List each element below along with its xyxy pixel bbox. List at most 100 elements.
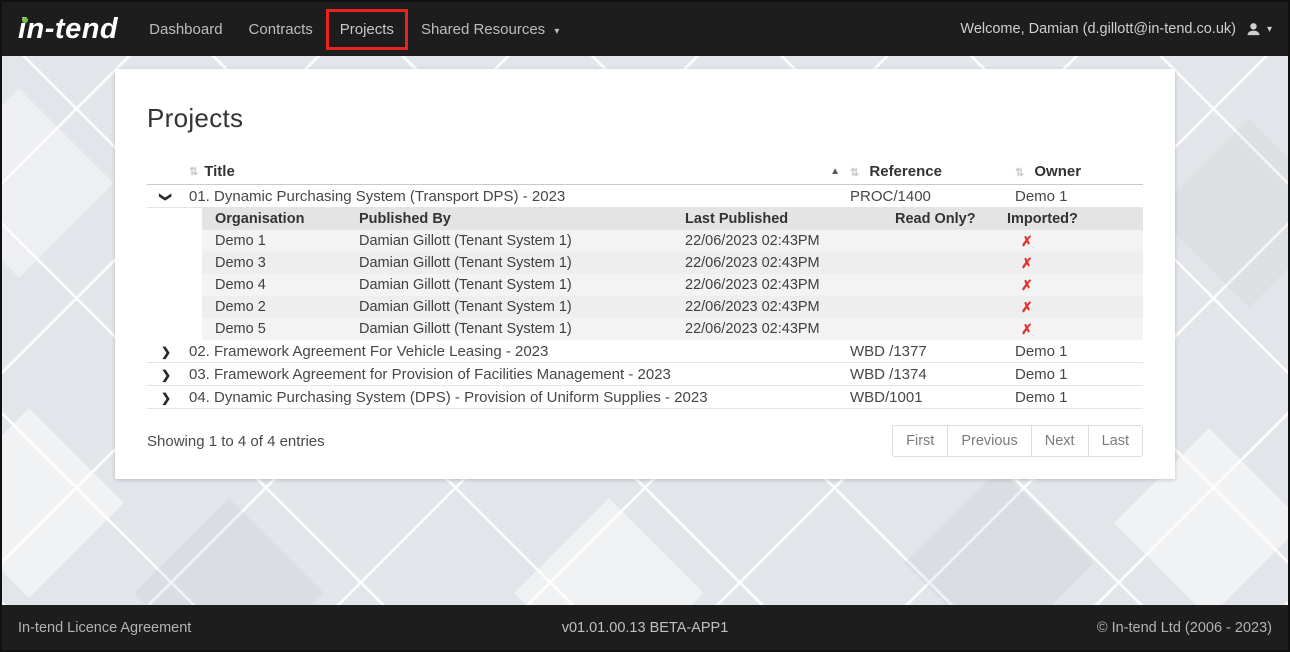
detail-header-row: Organisation Published By Last Published… bbox=[202, 208, 1143, 230]
not-imported-icon: ✗ bbox=[1007, 321, 1143, 338]
background-diamond bbox=[134, 498, 324, 605]
detail-organisation: Demo 1 bbox=[215, 233, 359, 249]
row-title: 02. Framework Agreement For Vehicle Leas… bbox=[189, 343, 850, 360]
column-header-title-label: Title bbox=[204, 163, 235, 180]
licence-agreement-link[interactable]: In-tend Licence Agreement bbox=[18, 620, 191, 636]
column-header-owner-label: Owner bbox=[1034, 163, 1081, 180]
copyright-text: © In-tend Ltd (2006 - 2023) bbox=[1097, 620, 1272, 636]
pagination: First Previous Next Last bbox=[892, 425, 1143, 457]
pagination-next-button[interactable]: Next bbox=[1031, 425, 1089, 457]
row-reference: WBD/1001 bbox=[850, 389, 1015, 406]
column-header-owner[interactable]: ⇅ Owner bbox=[1015, 163, 1143, 180]
detail-published-by: Damian Gillott (Tenant System 1) bbox=[359, 299, 685, 315]
column-header-reference[interactable]: ⇅ Reference bbox=[850, 163, 1015, 180]
main-content-area: Projects ⇅ Title ▲ ⇅ Reference ⇅ bbox=[2, 56, 1288, 605]
not-imported-icon: ✗ bbox=[1007, 255, 1143, 272]
table-footer: Showing 1 to 4 of 4 entries First Previo… bbox=[147, 425, 1143, 457]
projects-card: Projects ⇅ Title ▲ ⇅ Reference ⇅ bbox=[115, 69, 1175, 479]
background-diamond bbox=[904, 468, 1094, 605]
row-owner: Demo 1 bbox=[1015, 389, 1143, 406]
not-imported-icon: ✗ bbox=[1007, 233, 1143, 250]
detail-column-published-by: Published By bbox=[359, 211, 685, 227]
footer-bar: In-tend Licence Agreement v01.01.00.13 B… bbox=[2, 605, 1288, 650]
app-window: in-tend Dashboard Contracts Projects Sha… bbox=[0, 0, 1290, 652]
detail-row: Demo 3 Damian Gillott (Tenant System 1) … bbox=[202, 252, 1143, 274]
welcome-text: Welcome, Damian (d.gillott@in-tend.co.uk… bbox=[960, 21, 1236, 37]
detail-row: Demo 5 Damian Gillott (Tenant System 1) … bbox=[202, 318, 1143, 340]
row-owner: Demo 1 bbox=[1015, 188, 1143, 205]
detail-last-published: 22/06/2023 02:43PM bbox=[685, 255, 895, 271]
row-reference: WBD /1377 bbox=[850, 343, 1015, 360]
navbar-right: Welcome, Damian (d.gillott@in-tend.co.uk… bbox=[960, 21, 1272, 38]
projects-table: ⇅ Title ▲ ⇅ Reference ⇅ Owner bbox=[147, 158, 1143, 457]
pagination-last-button[interactable]: Last bbox=[1088, 425, 1143, 457]
user-menu[interactable]: ▾ bbox=[1245, 21, 1272, 38]
column-header-reference-label: Reference bbox=[869, 163, 942, 180]
app-logo-text: in-tend bbox=[18, 13, 118, 45]
detail-last-published: 22/06/2023 02:43PM bbox=[685, 321, 895, 337]
nav-item-shared-resources-label: Shared Resources bbox=[421, 21, 545, 38]
detail-published-by: Damian Gillott (Tenant System 1) bbox=[359, 277, 685, 293]
table-row[interactable]: ❯ 01. Dynamic Purchasing System (Transpo… bbox=[147, 185, 1143, 208]
detail-column-imported: Imported? bbox=[1007, 211, 1143, 227]
expand-row-icon[interactable]: ❯ bbox=[161, 369, 171, 381]
detail-last-published: 22/06/2023 02:43PM bbox=[685, 299, 895, 315]
expand-cell: ❯ bbox=[147, 366, 189, 383]
detail-row: Demo 4 Damian Gillott (Tenant System 1) … bbox=[202, 274, 1143, 296]
detail-last-published: 22/06/2023 02:43PM bbox=[685, 233, 895, 249]
row-detail-table: Organisation Published By Last Published… bbox=[202, 208, 1143, 340]
column-header-title[interactable]: ⇅ Title ▲ bbox=[189, 163, 850, 180]
expand-row-icon[interactable]: ❯ bbox=[161, 392, 171, 404]
row-title: 04. Dynamic Purchasing System (DPS) - Pr… bbox=[189, 389, 850, 406]
detail-organisation: Demo 4 bbox=[215, 277, 359, 293]
table-row[interactable]: ❯ 02. Framework Agreement For Vehicle Le… bbox=[147, 340, 1143, 363]
detail-column-organisation: Organisation bbox=[215, 211, 359, 227]
sort-ascending-icon: ▲ bbox=[830, 166, 840, 177]
nav-item-contracts[interactable]: Contracts bbox=[236, 12, 326, 47]
main-navigation: Dashboard Contracts Projects Shared Reso… bbox=[136, 2, 572, 56]
table-row[interactable]: ❯ 03. Framework Agreement for Provision … bbox=[147, 363, 1143, 386]
row-reference: WBD /1374 bbox=[850, 366, 1015, 383]
detail-published-by: Damian Gillott (Tenant System 1) bbox=[359, 255, 685, 271]
pagination-first-button[interactable]: First bbox=[892, 425, 948, 457]
table-row[interactable]: ❯ 04. Dynamic Purchasing System (DPS) - … bbox=[147, 386, 1143, 409]
sort-icon[interactable]: ⇅ bbox=[850, 167, 859, 179]
chevron-down-icon: ▾ bbox=[554, 26, 559, 37]
collapse-row-icon[interactable]: ❯ bbox=[160, 191, 172, 201]
expand-row-icon[interactable]: ❯ bbox=[161, 346, 171, 358]
detail-column-read-only: Read Only? bbox=[895, 211, 1007, 227]
user-icon bbox=[1245, 21, 1262, 38]
row-owner: Demo 1 bbox=[1015, 343, 1143, 360]
detail-published-by: Damian Gillott (Tenant System 1) bbox=[359, 321, 685, 337]
entries-summary: Showing 1 to 4 of 4 entries bbox=[147, 433, 325, 450]
sort-icon[interactable]: ⇅ bbox=[1015, 167, 1024, 179]
detail-last-published: 22/06/2023 02:43PM bbox=[685, 277, 895, 293]
nav-item-projects[interactable]: Projects bbox=[326, 9, 408, 50]
nav-item-dashboard[interactable]: Dashboard bbox=[136, 12, 235, 47]
row-title: 03. Framework Agreement for Provision of… bbox=[189, 366, 850, 383]
row-reference: PROC/1400 bbox=[850, 188, 1015, 205]
background-diamond bbox=[2, 88, 114, 278]
detail-row: Demo 2 Damian Gillott (Tenant System 1) … bbox=[202, 296, 1143, 318]
version-text: v01.01.00.13 BETA-APP1 bbox=[2, 620, 1288, 636]
background-diamond bbox=[514, 498, 704, 605]
table-header-row: ⇅ Title ▲ ⇅ Reference ⇅ Owner bbox=[147, 158, 1143, 185]
detail-organisation: Demo 5 bbox=[215, 321, 359, 337]
not-imported-icon: ✗ bbox=[1007, 277, 1143, 294]
expand-cell: ❯ bbox=[147, 343, 189, 360]
row-owner: Demo 1 bbox=[1015, 366, 1143, 383]
logo-green-dot bbox=[22, 17, 28, 23]
pagination-previous-button[interactable]: Previous bbox=[947, 425, 1031, 457]
app-logo[interactable]: in-tend bbox=[18, 15, 118, 44]
page-title: Projects bbox=[147, 103, 1143, 134]
not-imported-icon: ✗ bbox=[1007, 299, 1143, 316]
detail-row: Demo 1 Damian Gillott (Tenant System 1) … bbox=[202, 230, 1143, 252]
detail-organisation: Demo 3 bbox=[215, 255, 359, 271]
detail-column-last-published: Last Published bbox=[685, 211, 895, 227]
detail-published-by: Damian Gillott (Tenant System 1) bbox=[359, 233, 685, 249]
sort-icon[interactable]: ⇅ bbox=[189, 165, 198, 178]
nav-item-shared-resources[interactable]: Shared Resources ▾ bbox=[408, 12, 572, 47]
background-diamond bbox=[2, 408, 124, 598]
row-title: 01. Dynamic Purchasing System (Transport… bbox=[189, 188, 850, 205]
expand-cell: ❯ bbox=[147, 389, 189, 406]
